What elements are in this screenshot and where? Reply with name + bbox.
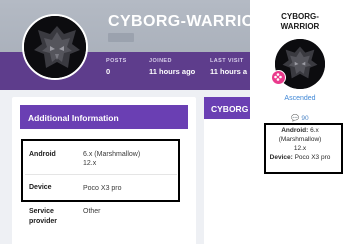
popup-username-line: WARRIOR bbox=[280, 22, 320, 31]
stat-label: LAST VISIT bbox=[210, 58, 244, 64]
info-value-service-provider: Other bbox=[83, 208, 101, 215]
secondary-card-title: CYBORG bbox=[204, 97, 250, 119]
stat-value: 11 hours ago bbox=[149, 67, 196, 76]
info-label-device: Device bbox=[29, 184, 52, 191]
card-title: Additional Information bbox=[20, 105, 188, 129]
info-label-android: Android bbox=[29, 151, 56, 158]
popup-device-value: Poco X3 pro bbox=[294, 154, 331, 161]
info-value-device: Poco X3 pro bbox=[83, 185, 122, 192]
popup-username-line: CYBORG- bbox=[281, 12, 319, 21]
stat-value: 0 bbox=[106, 67, 111, 76]
popup-device-label: Device: bbox=[269, 154, 293, 161]
username: CYBORG-WARRIOR bbox=[108, 13, 250, 30]
info-label-line: Service bbox=[29, 208, 54, 215]
user-hover-card: CYBORG- WARRIOR Ascended 💬 90 Android: 6… bbox=[250, 0, 350, 244]
reputation-value: 90 bbox=[301, 115, 309, 122]
stat-posts: POSTS 0 bbox=[106, 58, 127, 76]
info-label-line: provider bbox=[29, 218, 58, 225]
stat-value: 11 hours a bbox=[210, 67, 248, 76]
rank-title: Ascended bbox=[284, 95, 316, 102]
stat-label: JOINED bbox=[149, 58, 172, 64]
info-label-service-provider: Service provider bbox=[29, 207, 57, 227]
secondary-card: CYBORG bbox=[204, 97, 250, 244]
popup-username[interactable]: CYBORG- WARRIOR bbox=[250, 12, 350, 32]
reputation-count: 💬 90 bbox=[250, 114, 350, 122]
chat-bubble-icon: 💬 bbox=[291, 115, 300, 122]
avatar[interactable] bbox=[22, 14, 88, 80]
popup-android-value: 6.x bbox=[310, 127, 319, 134]
user-title-placeholder bbox=[108, 33, 134, 42]
popup-android-value-2: (Marshmallow) bbox=[278, 136, 322, 143]
profile-banner: CYBORG-WARRIOR POSTS 0 JOINED 11 hours a… bbox=[0, 0, 250, 90]
rank-badge-icon bbox=[271, 70, 286, 85]
info-value-line: 12.x bbox=[83, 160, 97, 167]
popup-device-info: Android: 6.x (Marshmallow) 12.x Device: … bbox=[250, 126, 350, 162]
info-value-android: 6.x (Marshmallow) 12.x bbox=[83, 150, 140, 168]
stat-joined: JOINED 11 hours ago bbox=[149, 58, 195, 76]
info-value-line: 6.x (Marshmallow) bbox=[83, 151, 141, 158]
popup-android-label: Android: bbox=[281, 127, 309, 134]
stat-label: POSTS bbox=[106, 58, 127, 64]
divider bbox=[25, 200, 177, 201]
divider bbox=[25, 174, 177, 175]
stat-last-visit: LAST VISIT 11 hours a bbox=[210, 58, 247, 76]
popup-android-value-3: 12.x bbox=[293, 145, 307, 152]
